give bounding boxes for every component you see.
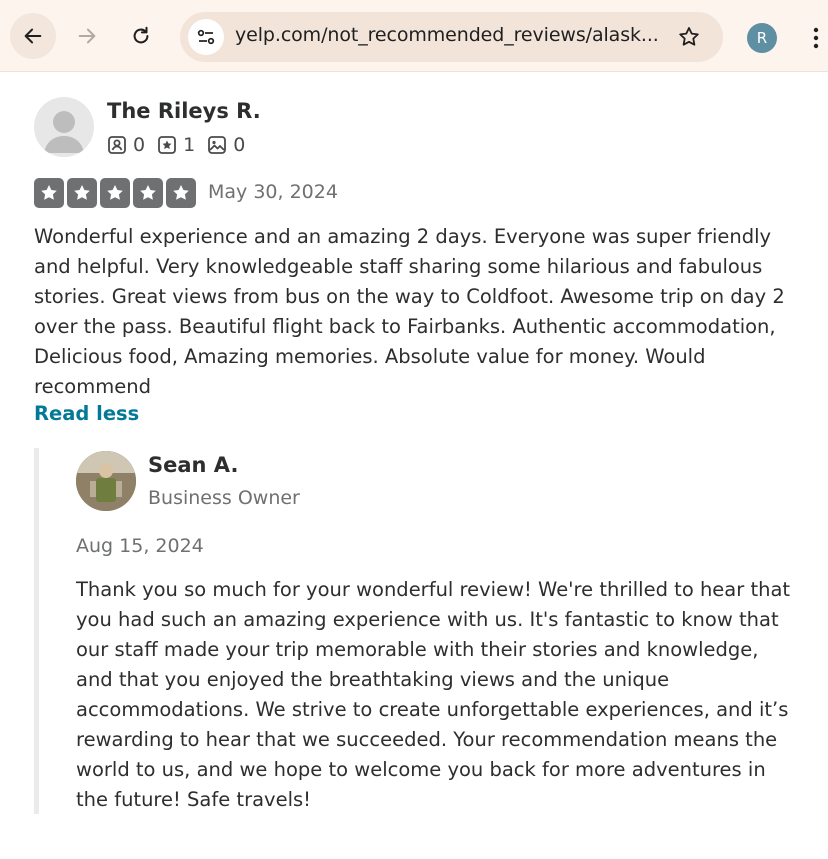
site-info-icon (197, 29, 215, 45)
rating-star (67, 178, 97, 208)
rating-star (34, 178, 64, 208)
rating-star (166, 178, 196, 208)
reply-divider (34, 448, 39, 814)
owner-role: Business Owner (148, 487, 300, 509)
reload-icon (133, 26, 149, 44)
back-button[interactable] (10, 13, 56, 59)
review-date: May 30, 2024 (208, 181, 338, 203)
url-text[interactable]: yelp.com/not_recommended_reviews/alask..… (235, 24, 659, 46)
review-star-icon (158, 136, 176, 154)
read-less-link[interactable]: Read less (34, 402, 139, 425)
photos-count: 0 (233, 134, 246, 156)
forward-button[interactable] (64, 13, 110, 59)
star-icon (74, 185, 90, 200)
friends-icon (108, 136, 126, 154)
reload-button[interactable] (118, 13, 164, 59)
reviewer-stats: 0 1 0 (107, 134, 257, 156)
reply-text: Thank you so much for your wonderful rev… (76, 578, 791, 811)
site-info-button[interactable] (188, 19, 224, 55)
rating-star (100, 178, 130, 208)
profile-avatar[interactable]: R (747, 23, 777, 53)
bookmark-star-icon[interactable] (677, 25, 701, 49)
friends-count: 0 (133, 134, 146, 156)
browser-toolbar: yelp.com/not_recommended_reviews/alask..… (0, 0, 828, 72)
review-text: Wonderful experience and an amazing 2 da… (34, 225, 785, 398)
owner-photo-icon (76, 451, 136, 511)
owner-name[interactable]: Sean A. (148, 453, 238, 477)
owner-avatar[interactable] (76, 451, 136, 511)
user-avatar[interactable] (34, 97, 94, 157)
reviewer-name[interactable]: The Rileys R. (107, 99, 261, 123)
forward-arrow-icon (78, 28, 96, 44)
star-icon (140, 185, 156, 200)
reviews-stat: 1 (157, 134, 195, 156)
star-icon (173, 185, 189, 200)
rating-star (133, 178, 163, 208)
photos-stat: 0 (207, 134, 245, 156)
star-icon (41, 185, 57, 200)
back-arrow-icon (24, 28, 42, 44)
kebab-menu-icon[interactable] (808, 24, 824, 52)
photo-icon (208, 136, 227, 154)
reviews-count: 1 (183, 134, 196, 156)
star-icon (107, 185, 123, 200)
address-bar[interactable]: yelp.com/not_recommended_reviews/alask..… (180, 12, 723, 62)
star-rating (34, 178, 199, 208)
friends-stat: 0 (107, 134, 145, 156)
reply-date: Aug 15, 2024 (76, 535, 204, 557)
default-user-icon (44, 111, 84, 153)
